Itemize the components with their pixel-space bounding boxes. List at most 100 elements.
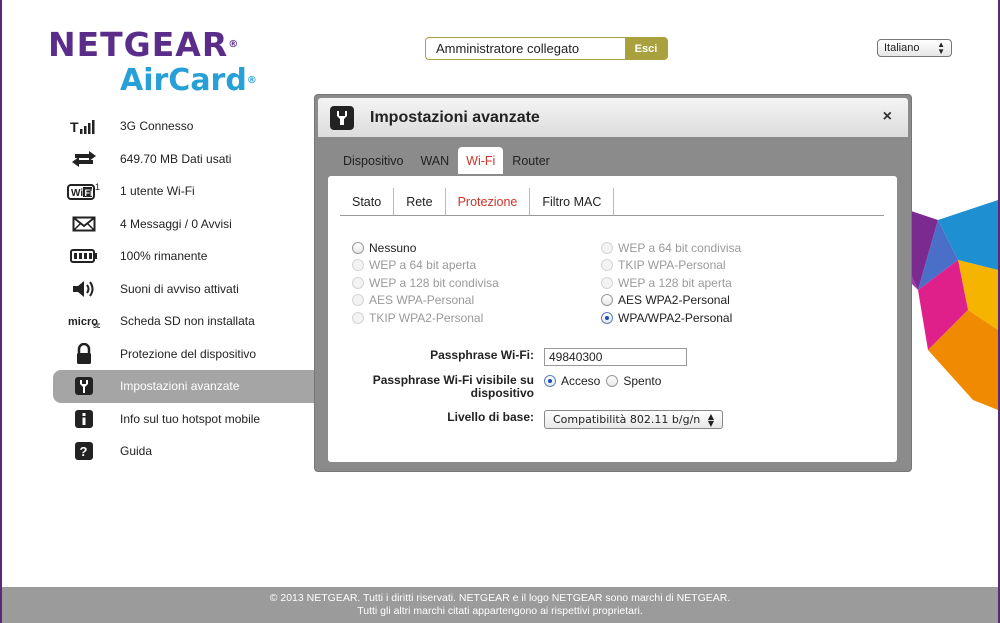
settings-tabs: Dispositivo WAN Wi-Fi Router bbox=[335, 147, 559, 174]
sidebar-item-sdcard[interactable]: micro SD Scheda SD non installata bbox=[53, 305, 323, 338]
option-label: TKIP WPA2-Personal bbox=[369, 310, 484, 325]
tab-router[interactable]: Router bbox=[504, 147, 558, 174]
security-option-wep64-shared: WEP a 64 bit condivisa bbox=[601, 239, 741, 257]
speaker-icon bbox=[67, 278, 101, 300]
security-option-tkip-wpa: TKIP WPA-Personal bbox=[601, 257, 741, 275]
visible-off-label: Spento bbox=[623, 373, 662, 388]
radio-button bbox=[601, 276, 613, 289]
security-option-aes-wpa: AES WPA-Personal bbox=[352, 292, 499, 310]
language-select[interactable]: Italiano ▲ ▼ bbox=[877, 39, 952, 57]
option-label: WEP a 128 bit condivisa bbox=[369, 275, 499, 290]
tab-wifi[interactable]: Wi-Fi bbox=[458, 147, 504, 174]
info-icon bbox=[67, 408, 101, 430]
sidebar-item-info[interactable]: Info sul tuo hotspot mobile bbox=[53, 403, 323, 436]
sidebar-item-help[interactable]: ? Guida bbox=[53, 435, 323, 468]
advanced-settings-dialog: Impostazioni avanzate × Dispositivo WAN … bbox=[314, 94, 912, 472]
radio-visible-on[interactable] bbox=[544, 374, 556, 387]
passphrase-input[interactable]: 49840300 bbox=[544, 348, 687, 366]
sidebar-item-battery[interactable]: 100% rimanente bbox=[53, 240, 323, 273]
radio-button[interactable] bbox=[352, 241, 364, 254]
radio-button bbox=[352, 276, 364, 289]
subtab-network[interactable]: Rete bbox=[394, 188, 446, 215]
level-label: Livello di base: bbox=[447, 410, 534, 424]
sidebar-item-label: Guida bbox=[120, 444, 153, 459]
select-arrows-icon: ▲ ▼ bbox=[937, 40, 945, 56]
security-option-wep128-shared: WEP a 128 bit condivisa bbox=[352, 274, 499, 292]
radio-button bbox=[601, 259, 613, 272]
passphrase-visible-label: Passphrase Wi-Fi visibile su dispositivo bbox=[358, 374, 534, 400]
security-option-tkip-wpa2: TKIP WPA2-Personal bbox=[352, 309, 499, 327]
logo-reg-mark: ® bbox=[228, 39, 240, 50]
sidebar-item-label: Scheda SD non installata bbox=[120, 314, 255, 329]
radio-button-selected[interactable] bbox=[601, 311, 613, 324]
option-label: WPA/WPA2-Personal bbox=[618, 310, 733, 325]
sidebar-item-data[interactable]: 649.70 MB Dati usati bbox=[53, 143, 323, 176]
admin-status-text: Amministratore collegato bbox=[436, 41, 580, 56]
envelope-icon bbox=[67, 213, 101, 235]
sidebar-item-connection[interactable]: T 3G Connesso bbox=[53, 110, 323, 143]
sidebar-item-label: Impostazioni avanzate bbox=[120, 379, 240, 394]
svg-text:T: T bbox=[70, 119, 79, 135]
admin-status-bar: Amministratore collegato Esci bbox=[425, 37, 668, 60]
wrench-icon bbox=[67, 375, 101, 397]
svg-text:Fi: Fi bbox=[85, 188, 93, 198]
subtab-mac-filter[interactable]: Filtro MAC bbox=[530, 188, 615, 215]
dialog-title: Impostazioni avanzate bbox=[370, 108, 540, 126]
sidebar-item-messages[interactable]: 4 Messaggi / 0 Avvisi bbox=[53, 208, 323, 241]
wifi-panel: Stato Rete Protezione Filtro MAC Nessuno… bbox=[328, 176, 897, 462]
compatibility-level-value: Compatibilità 802.11 b/g/n bbox=[553, 413, 701, 426]
option-label: AES WPA-Personal bbox=[369, 293, 475, 308]
radio-button bbox=[352, 259, 364, 272]
security-option-wpa-wpa2[interactable]: WPA/WPA2-Personal bbox=[601, 309, 741, 327]
radio-button bbox=[352, 311, 364, 324]
option-label: Nessuno bbox=[369, 240, 417, 255]
close-icon[interactable]: × bbox=[883, 108, 892, 126]
help-icon: ? bbox=[67, 440, 101, 462]
sidebar-item-sounds[interactable]: Suoni di avviso attivati bbox=[53, 273, 323, 306]
sidebar-item-advanced-settings[interactable]: Impostazioni avanzate bbox=[53, 370, 323, 403]
compatibility-level-select[interactable]: Compatibilità 802.11 b/g/n ▲ ▼ bbox=[544, 410, 723, 429]
sidebar-item-wifi[interactable]: Wi Fi 1 1 utente Wi-Fi bbox=[53, 175, 323, 208]
option-label: WEP a 128 bit aperta bbox=[618, 275, 732, 290]
data-transfer-icon bbox=[67, 148, 101, 170]
security-option-wep128-open: WEP a 128 bit aperta bbox=[601, 274, 741, 292]
option-label: WEP a 64 bit aperta bbox=[369, 258, 477, 273]
radio-visible-off[interactable] bbox=[606, 374, 619, 387]
microsd-icon: micro SD bbox=[67, 310, 101, 332]
wrench-icon bbox=[330, 105, 354, 130]
security-option-aes-wpa2[interactable]: AES WPA2-Personal bbox=[601, 292, 741, 310]
status-sidebar: T 3G Connesso 649.70 MB Dati usati Wi Fi 1… bbox=[53, 110, 323, 468]
option-label: WEP a 64 bit condivisa bbox=[618, 240, 742, 255]
passphrase-visible-options: Acceso Spento bbox=[544, 372, 661, 390]
svg-text:Wi: Wi bbox=[71, 188, 83, 199]
passphrase-visible-label-line2: dispositivo bbox=[470, 386, 534, 400]
sidebar-item-label: Protezione del dispositivo bbox=[120, 346, 257, 361]
tab-wan[interactable]: WAN bbox=[412, 147, 457, 174]
logout-button[interactable]: Esci bbox=[625, 38, 667, 59]
subtab-security[interactable]: Protezione bbox=[446, 188, 531, 215]
sidebar-item-label: 100% rimanente bbox=[120, 249, 208, 264]
radio-button[interactable] bbox=[601, 294, 613, 307]
svg-text:SD: SD bbox=[93, 324, 100, 329]
sidebar-item-label: 3G Connesso bbox=[120, 119, 194, 134]
subtab-status[interactable]: Stato bbox=[340, 188, 395, 215]
language-selected: Italiano bbox=[884, 42, 920, 54]
sidebar-item-label: 1 utente Wi-Fi bbox=[120, 184, 195, 199]
sidebar-item-security[interactable]: Protezione del dispositivo bbox=[53, 338, 323, 371]
option-label: TKIP WPA-Personal bbox=[618, 258, 726, 273]
select-arrows-icon: ▲ ▼ bbox=[707, 411, 714, 428]
logo-product: AirCard bbox=[120, 63, 247, 98]
security-option-none[interactable]: Nessuno bbox=[352, 239, 499, 257]
tab-device[interactable]: Dispositivo bbox=[335, 147, 411, 174]
logo-reg-mark-2: ® bbox=[246, 75, 257, 86]
signal-icon: T bbox=[67, 115, 101, 137]
passphrase-label: Passphrase Wi-Fi: bbox=[430, 348, 534, 362]
radio-button bbox=[601, 241, 613, 254]
wifi-user-badge: 1 bbox=[95, 182, 100, 192]
security-option-wep64-open: WEP a 64 bit aperta bbox=[352, 257, 499, 275]
lock-icon bbox=[67, 342, 101, 365]
netgear-aircard-logo: NETGEAR® AirCard® bbox=[48, 26, 257, 98]
dialog-header: Impostazioni avanzate × bbox=[318, 98, 908, 137]
radio-button bbox=[352, 294, 364, 307]
wifi-icon: Wi Fi 1 bbox=[67, 180, 101, 202]
